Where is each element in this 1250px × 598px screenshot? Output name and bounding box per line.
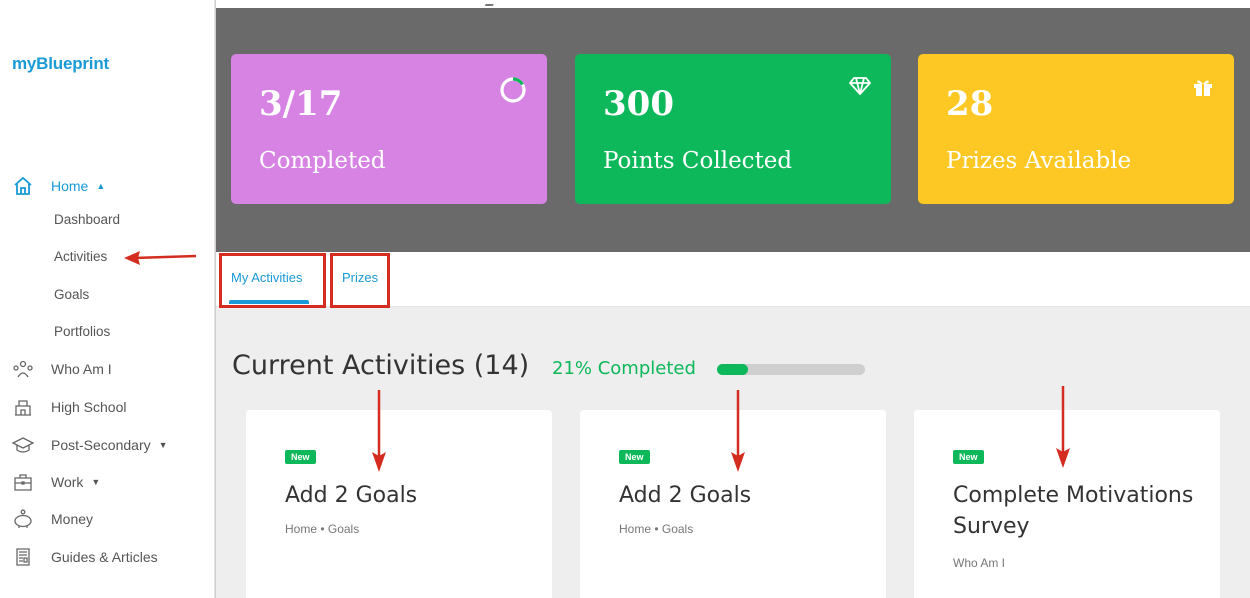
sidebar-item-post-secondary[interactable]: Post-Secondary ▼ <box>12 433 168 457</box>
gift-icon <box>1192 76 1214 102</box>
sidebar-item-label: Home <box>51 178 89 194</box>
sidebar-subitem-dashboard[interactable]: Dashboard <box>54 212 120 227</box>
activity-card[interactable]: New Complete Motivations Survey Who Am I <box>914 410 1220 598</box>
activity-title: Add 2 Goals <box>285 483 418 508</box>
activity-card[interactable]: New Add 2 Goals Home • Goals <box>580 410 886 598</box>
activity-breadcrumb: Who Am I <box>953 556 1006 570</box>
new-badge: New <box>953 450 984 464</box>
piggy-bank-icon <box>12 508 34 530</box>
sidebar-subitem-portfolios[interactable]: Portfolios <box>54 324 110 339</box>
activity-breadcrumb: Home • Goals <box>285 522 360 536</box>
sidebar-item-label: Work <box>51 474 84 490</box>
caret-down-icon: ▼ <box>158 440 168 450</box>
completion-progress-fill <box>717 364 749 375</box>
sidebar: myBlueprint Home ▲ Dashboard Activities … <box>0 0 215 598</box>
school-icon <box>12 396 34 418</box>
caret-up-icon: ▲ <box>96 181 106 191</box>
tab-my-activities[interactable]: My Activities <box>231 270 303 285</box>
sidebar-subitem-activities[interactable]: Activities <box>54 249 107 264</box>
stat-value: 3/17 <box>259 84 343 124</box>
sidebar-item-money[interactable]: Money <box>12 507 93 531</box>
diamond-icon <box>848 76 872 100</box>
stat-label: Completed <box>259 148 386 174</box>
sidebar-item-label: Money <box>51 511 94 527</box>
brand-logo[interactable]: myBlueprint <box>12 54 109 74</box>
activity-title: Add 2 Goals <box>619 483 752 508</box>
sidebar-item-label: Guides & Articles <box>51 549 158 565</box>
completion-percent: 21% Completed <box>552 358 696 379</box>
active-tab-indicator <box>229 300 309 304</box>
new-badge: New <box>285 450 316 464</box>
graduation-cap-icon <box>12 434 34 456</box>
stat-label: Prizes Available <box>946 148 1132 174</box>
activity-breadcrumb: Home • Goals <box>619 522 694 536</box>
sidebar-item-work[interactable]: Work ▼ <box>12 470 100 494</box>
sidebar-subitem-goals[interactable]: Goals <box>54 287 89 302</box>
stat-value: 28 <box>946 84 994 124</box>
briefcase-icon <box>12 471 34 493</box>
sidebar-item-label: High School <box>51 399 127 415</box>
tab-prizes[interactable]: Prizes <box>342 270 378 285</box>
sidebar-item-high-school[interactable]: High School <box>12 395 127 419</box>
section-title: Current Activities (14) <box>232 350 530 381</box>
new-badge: New <box>619 450 650 464</box>
people-icon <box>12 358 34 380</box>
stat-label: Points Collected <box>603 148 793 174</box>
stat-card-prizes[interactable]: 28 Prizes Available <box>918 54 1234 204</box>
completion-progress-bar <box>717 364 865 375</box>
caret-down-icon: ▼ <box>91 477 101 487</box>
header-strip <box>216 0 1250 8</box>
stat-value: 300 <box>603 84 674 124</box>
sidebar-item-label: Post-Secondary <box>51 437 151 453</box>
stat-card-points[interactable]: 300 Points Collected <box>575 54 891 204</box>
home-icon <box>12 175 34 197</box>
sidebar-item-who-am-i[interactable]: Who Am I <box>12 357 112 381</box>
sidebar-item-label: Who Am I <box>51 361 112 377</box>
stat-card-completed[interactable]: 3/17 Completed <box>231 54 547 204</box>
activity-title: Complete Motivations Survey <box>953 483 1194 539</box>
sidebar-item-guides-articles[interactable]: Guides & Articles <box>12 545 158 569</box>
activity-card[interactable]: New Add 2 Goals Home • Goals <box>246 410 552 598</box>
progress-ring-icon <box>499 76 527 108</box>
newspaper-icon <box>12 546 34 568</box>
sidebar-item-home[interactable]: Home ▲ <box>12 174 105 198</box>
